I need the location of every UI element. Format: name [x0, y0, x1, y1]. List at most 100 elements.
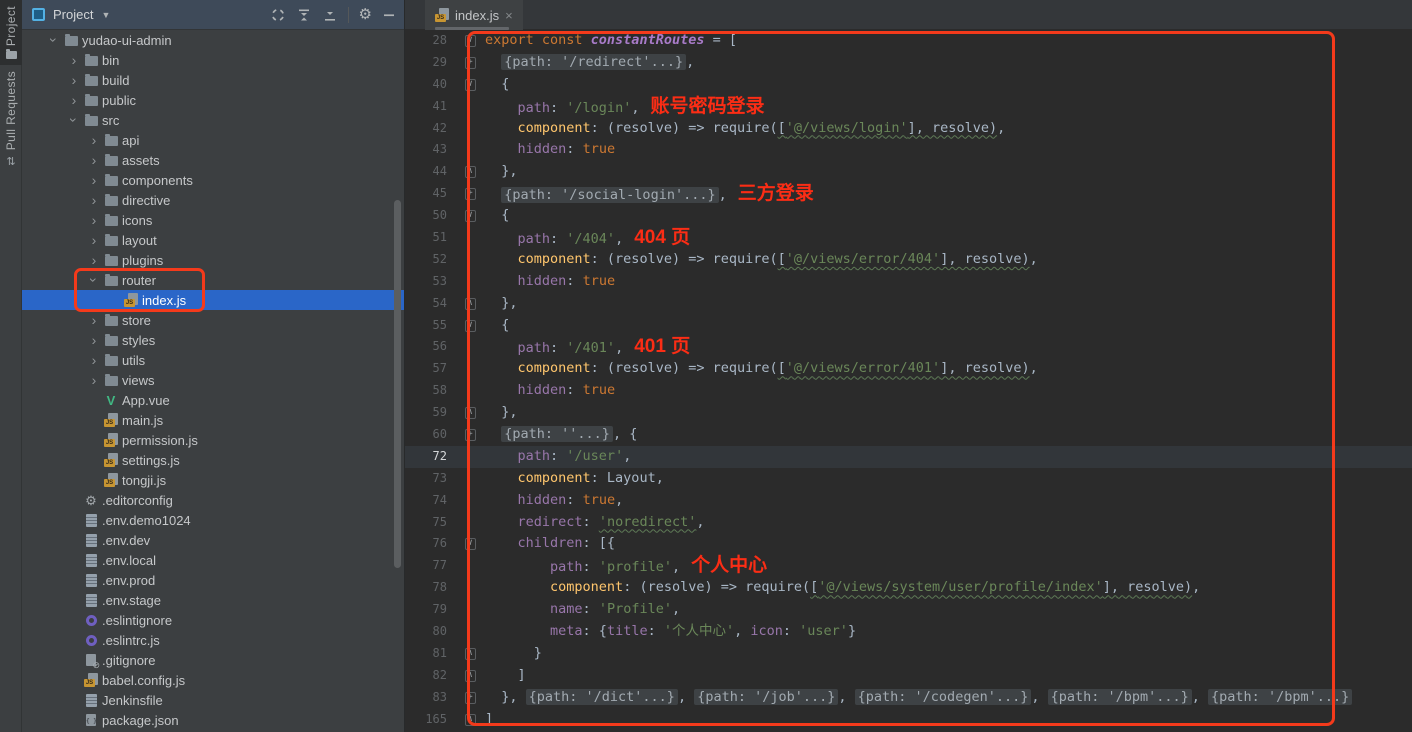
tree-item-utils[interactable]: ›utils: [22, 350, 404, 370]
code-text: name: 'Profile',: [485, 599, 1412, 621]
chevron-right-icon[interactable]: ›: [86, 193, 102, 207]
tree-item--eslintrc-js[interactable]: .eslintrc.js: [22, 630, 404, 650]
tree-item-api[interactable]: ›api: [22, 130, 404, 150]
expand-all-icon[interactable]: [296, 7, 312, 23]
code-token: '@/views/system/user/profile/index': [818, 579, 1102, 595]
chevron-down-icon[interactable]: ›: [47, 32, 61, 48]
line-number: 72: [405, 446, 455, 468]
hide-panel-icon[interactable]: [382, 8, 396, 22]
chevron-right-icon[interactable]: ›: [66, 93, 82, 107]
code-token: ,: [1030, 360, 1038, 376]
fold-open-icon[interactable]: ∨: [465, 210, 476, 222]
code-token: [485, 382, 518, 398]
chevron-right-icon[interactable]: ›: [86, 373, 102, 387]
tree-item-styles[interactable]: ›styles: [22, 330, 404, 350]
fold-end-icon[interactable]: ∧: [465, 298, 476, 310]
settings-gear-icon[interactable]: ⚙: [359, 7, 372, 22]
tree-item-jenkinsfile[interactable]: Jenkinsfile: [22, 690, 404, 710]
tree-item-yudao-ui-admin[interactable]: ›yudao-ui-admin: [22, 30, 404, 50]
folded-region-chip[interactable]: {path: '/social-login'...}: [501, 187, 718, 203]
code-token: meta: [550, 623, 583, 639]
fold-open-icon[interactable]: ∨: [465, 538, 476, 550]
chevron-right-icon[interactable]: ›: [86, 313, 102, 327]
tree-item-icons[interactable]: ›icons: [22, 210, 404, 230]
fold-plus-icon[interactable]: +: [465, 188, 476, 200]
chevron-right-icon[interactable]: ›: [86, 253, 102, 267]
tree-item-main-js[interactable]: main.js: [22, 410, 404, 430]
tree-item--env-stage[interactable]: .env.stage: [22, 590, 404, 610]
tree-item-settings-js[interactable]: settings.js: [22, 450, 404, 470]
tree-item-directive[interactable]: ›directive: [22, 190, 404, 210]
chevron-right-icon[interactable]: ›: [66, 53, 82, 67]
tree-item-src[interactable]: ›src: [22, 110, 404, 130]
tree-item-router[interactable]: ›router: [22, 270, 404, 290]
fold-open-icon[interactable]: ∨: [465, 320, 476, 332]
tree-item--gitignore[interactable]: .gitignore: [22, 650, 404, 670]
project-view-icon[interactable]: [32, 8, 45, 21]
chevron-down-icon[interactable]: ›: [67, 112, 81, 128]
chevron-down-icon[interactable]: ›: [87, 272, 101, 288]
fold-plus-icon[interactable]: +: [465, 57, 476, 69]
tree-item--editorconfig[interactable]: .editorconfig: [22, 490, 404, 510]
tree-item--env-prod[interactable]: .env.prod: [22, 570, 404, 590]
tree-item-package-json[interactable]: package.json: [22, 710, 404, 730]
chevron-right-icon[interactable]: ›: [86, 173, 102, 187]
code-token: [485, 360, 518, 376]
tree-item--env-local[interactable]: .env.local: [22, 550, 404, 570]
tree-item-babel-config-js[interactable]: babel.config.js: [22, 670, 404, 690]
fold-open-icon[interactable]: ∨: [465, 35, 476, 47]
annotation-text: 账号密码登录: [650, 96, 764, 117]
tree-item-build[interactable]: ›build: [22, 70, 404, 90]
chevron-right-icon[interactable]: ›: [66, 73, 82, 87]
tree-item--env-demo1024[interactable]: .env.demo1024: [22, 510, 404, 530]
chevron-right-icon[interactable]: ›: [86, 213, 102, 227]
chevron-right-icon[interactable]: ›: [86, 153, 102, 167]
folded-region-chip[interactable]: {path: '/dict'...}: [526, 689, 678, 705]
fold-open-icon[interactable]: ∨: [465, 79, 476, 91]
tree-item-assets[interactable]: ›assets: [22, 150, 404, 170]
fold-end-icon[interactable]: ∧: [465, 670, 476, 682]
code-text: path: '/401',401 页: [485, 336, 1412, 358]
tool-button-pull-requests[interactable]: Pull Requests ⇅: [0, 65, 22, 174]
tree-item-public[interactable]: ›public: [22, 90, 404, 110]
folded-region-chip[interactable]: {path: ''...}: [501, 426, 613, 442]
fold-end-icon[interactable]: ∧: [465, 648, 476, 660]
tree-item-permission-js[interactable]: permission.js: [22, 430, 404, 450]
tree-item-tongji-js[interactable]: tongji.js: [22, 470, 404, 490]
tree-item--eslintignore[interactable]: .eslintignore: [22, 610, 404, 630]
code-area[interactable]: 28∨export const constantRoutes = [29+ {p…: [405, 30, 1412, 732]
code-token: : (resolve) => require(: [591, 251, 778, 267]
chevron-down-icon[interactable]: ▼: [101, 10, 110, 20]
tree-item-components[interactable]: ›components: [22, 170, 404, 190]
fold-end-icon[interactable]: ∧: [465, 407, 476, 419]
tree-item-views[interactable]: ›views: [22, 370, 404, 390]
chevron-right-icon[interactable]: ›: [86, 353, 102, 367]
chevron-right-icon[interactable]: ›: [86, 333, 102, 347]
tree-item-plugins[interactable]: ›plugins: [22, 250, 404, 270]
tree-item--env-dev[interactable]: .env.dev: [22, 530, 404, 550]
tab-index-js[interactable]: index.js ×: [425, 0, 523, 30]
tree-item-bin[interactable]: ›bin: [22, 50, 404, 70]
folded-region-chip[interactable]: {path: '/job'...}: [694, 689, 838, 705]
tool-button-project[interactable]: Project: [0, 0, 22, 65]
collapse-all-icon[interactable]: [322, 7, 338, 23]
tree-scrollbar[interactable]: [394, 200, 401, 568]
folded-region-chip[interactable]: {path: '/codegen'...}: [855, 689, 1032, 705]
folded-region-chip[interactable]: {path: '/redirect'...}: [501, 54, 686, 70]
tree-item-store[interactable]: ›store: [22, 310, 404, 330]
tree-item-app-vue[interactable]: App.vue: [22, 390, 404, 410]
code-token: path: [518, 340, 551, 356]
chevron-right-icon[interactable]: ›: [86, 133, 102, 147]
fold-end-icon[interactable]: ∧: [465, 714, 476, 726]
folder-icon: [105, 216, 118, 226]
fold-plus-icon[interactable]: +: [465, 429, 476, 441]
fold-plus-icon[interactable]: +: [465, 692, 476, 704]
folded-region-chip[interactable]: {path: '/bpm'...}: [1048, 689, 1192, 705]
locate-file-icon[interactable]: [270, 7, 286, 23]
close-tab-icon[interactable]: ×: [505, 8, 513, 23]
folded-region-chip[interactable]: {path: '/bpm'...}: [1208, 689, 1352, 705]
tree-item-layout[interactable]: ›layout: [22, 230, 404, 250]
fold-end-icon[interactable]: ∧: [465, 166, 476, 178]
chevron-right-icon[interactable]: ›: [86, 233, 102, 247]
tree-item-index-js[interactable]: index.js: [22, 290, 404, 310]
